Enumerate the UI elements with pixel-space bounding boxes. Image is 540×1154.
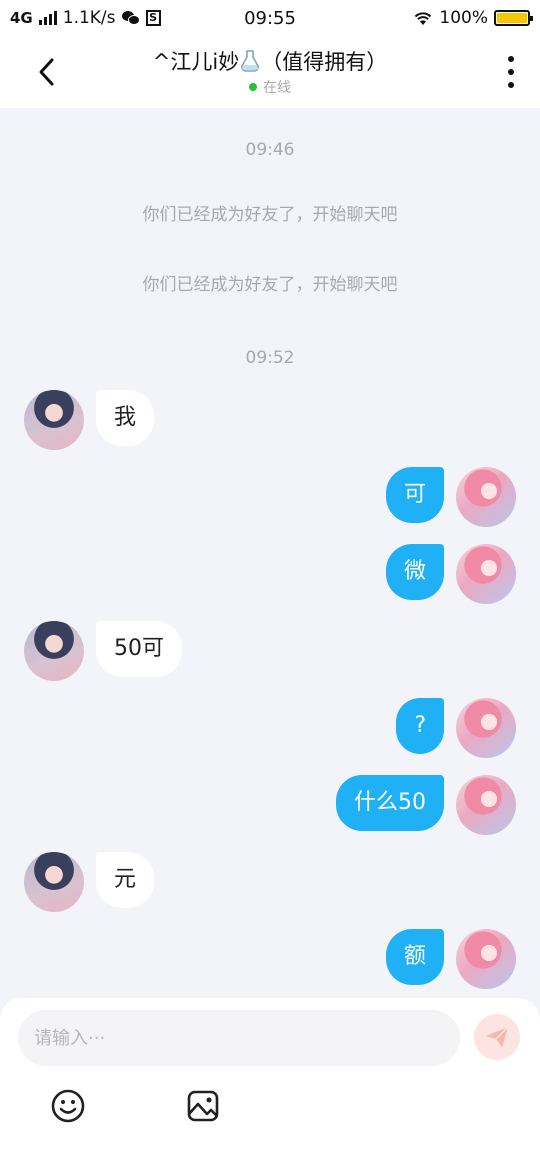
peer-avatar[interactable]	[24, 852, 84, 912]
self-avatar[interactable]	[456, 544, 516, 604]
self-avatar[interactable]	[456, 775, 516, 835]
online-dot-icon	[249, 83, 257, 91]
contact-name-suffix: （值得拥有）	[261, 50, 388, 74]
wifi-icon	[415, 12, 432, 25]
peer-avatar[interactable]	[24, 390, 84, 450]
message-list[interactable]: 09:46 你们已经成为好友了，开始聊天吧 你们已经成为好友了，开始聊天吧 09…	[0, 108, 540, 998]
message-item: 50可	[24, 621, 264, 681]
message-item: 额	[316, 929, 516, 989]
message-item: ?	[316, 698, 516, 758]
battery-icon	[494, 10, 533, 26]
chat-header: ^江儿i妙 （值得拥有） 在线	[0, 36, 540, 108]
send-button[interactable]	[474, 1014, 520, 1060]
system-message: 你们已经成为好友了，开始聊天吧	[142, 205, 398, 225]
send-icon	[486, 1026, 509, 1047]
message-bubble[interactable]: 额	[385, 929, 444, 985]
self-avatar[interactable]	[456, 698, 516, 758]
message-bubble[interactable]: 我	[96, 390, 155, 446]
wechat-icon	[121, 11, 140, 25]
contact-name: ^江儿i妙	[152, 50, 240, 74]
timestamp: 09:52	[245, 348, 295, 368]
self-avatar[interactable]	[456, 929, 516, 989]
dot-icon	[508, 69, 514, 75]
message-item: 元	[24, 852, 224, 912]
status-time: 09:55	[244, 7, 296, 29]
network-speed: 1.1K/s	[62, 8, 116, 28]
signal-icon	[38, 11, 57, 25]
online-status: 在线	[0, 77, 540, 97]
online-status-text: 在线	[263, 80, 291, 96]
vase-icon	[241, 50, 260, 72]
chat-title: ^江儿i妙 （值得拥有）	[0, 46, 540, 76]
emoji-button[interactable]	[50, 1088, 86, 1124]
composer	[0, 998, 540, 1154]
s-app-icon: S	[145, 10, 161, 26]
message-bubble[interactable]: 50可	[96, 621, 182, 677]
message-bubble[interactable]: 可	[385, 467, 444, 523]
message-item: 微	[316, 544, 516, 604]
network-type: 4G	[10, 9, 33, 27]
message-bubble[interactable]: 微	[385, 544, 444, 600]
more-options-button[interactable]	[506, 56, 516, 88]
message-input[interactable]	[18, 1010, 460, 1066]
dot-icon	[508, 56, 514, 62]
status-right: 100%	[413, 8, 533, 28]
timestamp: 09:46	[245, 140, 295, 160]
message-item: 可	[316, 467, 516, 527]
message-item: 我	[24, 390, 224, 450]
status-bar: 4G 1.1K/s S 09:55 100%	[0, 0, 540, 36]
message-item: 什么50	[256, 775, 516, 835]
battery-percent: 100%	[439, 8, 488, 28]
dot-icon	[508, 82, 514, 88]
peer-avatar[interactable]	[24, 621, 84, 681]
message-bubble[interactable]: 元	[96, 852, 155, 908]
self-avatar[interactable]	[456, 467, 516, 527]
message-bubble[interactable]: 什么50	[336, 775, 444, 831]
image-button[interactable]	[185, 1088, 221, 1124]
status-left: 4G 1.1K/s S	[10, 8, 161, 28]
system-message: 你们已经成为好友了，开始聊天吧	[142, 275, 398, 295]
message-bubble[interactable]: ?	[396, 698, 444, 754]
